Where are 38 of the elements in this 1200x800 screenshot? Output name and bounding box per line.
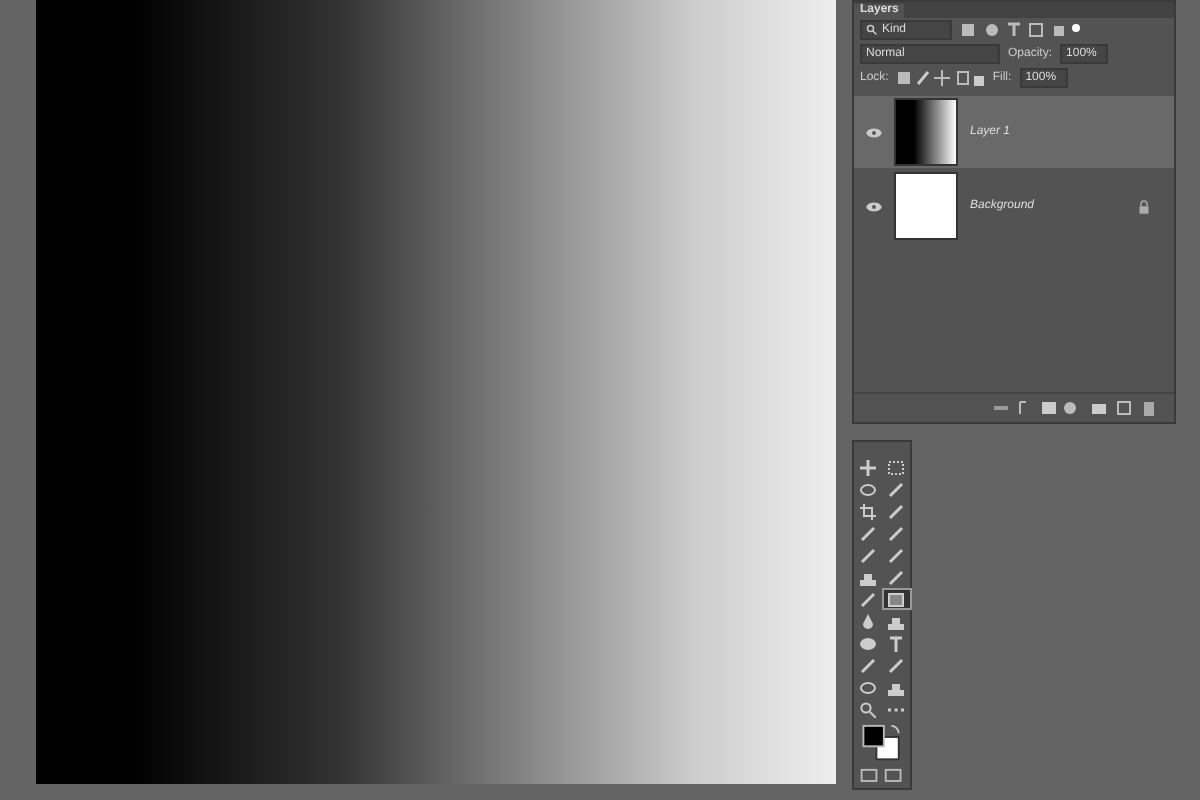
tool-button[interactable] [855, 502, 881, 520]
eye-icon[interactable] [866, 201, 882, 211]
filter-icons[interactable] [960, 22, 1080, 38]
layer-thumbnail [894, 98, 958, 166]
type-icon [888, 635, 904, 651]
tool-button[interactable] [883, 546, 909, 564]
marquee-icon [888, 459, 904, 475]
search-icon [866, 24, 878, 36]
color-swatches-icon[interactable] [860, 724, 904, 762]
blob-icon [860, 635, 876, 651]
tool-button[interactable] [855, 546, 881, 564]
move-icon [860, 459, 876, 475]
drop-icon [860, 613, 876, 629]
tool-button[interactable] [855, 480, 881, 498]
layer-thumbnail [894, 172, 958, 240]
tool-button[interactable] [855, 678, 881, 696]
zoom-icon [860, 701, 876, 717]
crop-icon [860, 503, 876, 519]
tool-button[interactable] [883, 568, 909, 586]
tool-button[interactable] [883, 502, 909, 520]
ellipse-icon [860, 679, 876, 695]
tool-button[interactable] [883, 656, 909, 674]
tool-button[interactable] [855, 568, 881, 586]
tool-button[interactable] [855, 458, 881, 476]
tool-button[interactable] [855, 656, 881, 674]
tool-button[interactable] [855, 700, 881, 718]
tool-button[interactable] [883, 590, 909, 608]
tool-button[interactable] [883, 480, 909, 498]
tool-button[interactable] [883, 678, 909, 696]
tool-button[interactable] [883, 524, 909, 542]
lock-icons[interactable] [896, 70, 985, 86]
tool-button[interactable] [855, 524, 881, 542]
tool-button[interactable] [883, 612, 909, 630]
tool-button[interactable] [883, 458, 909, 476]
tool-button[interactable] [855, 634, 881, 652]
quick-mask-icons[interactable] [858, 767, 906, 782]
eye-icon[interactable] [866, 127, 882, 137]
tool-button[interactable] [855, 590, 881, 608]
